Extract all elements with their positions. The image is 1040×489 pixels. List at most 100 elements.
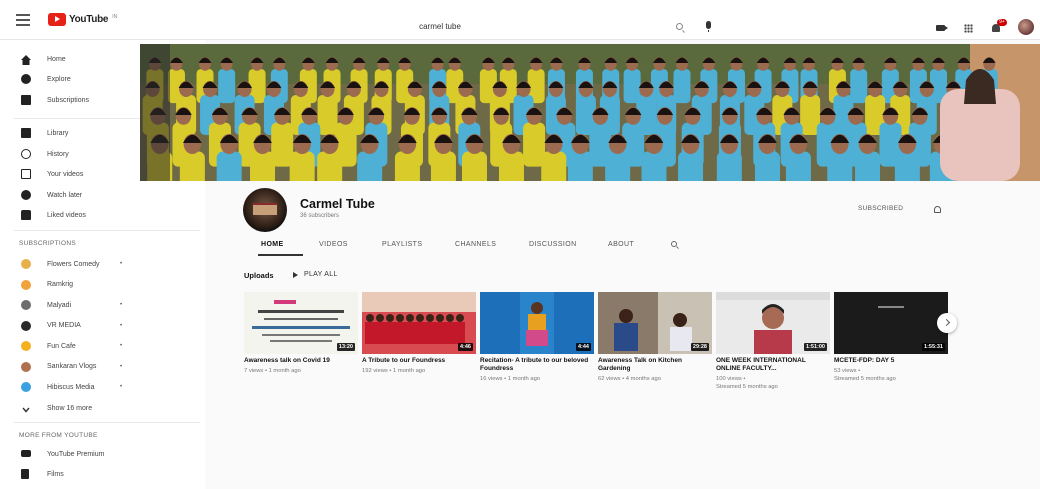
channel-avatar-icon: [21, 320, 31, 331]
tab-channels[interactable]: CHANNELS: [455, 241, 496, 248]
apps-grid-icon[interactable]: [964, 24, 973, 33]
sidebar-item-label: Your videos: [47, 170, 84, 178]
video-thumbnail[interactable]: 4:44: [480, 292, 594, 354]
subscriptions-icon: [21, 95, 31, 105]
video-title[interactable]: MCETE-FDP: DAY 5: [834, 357, 948, 365]
video-title[interactable]: Awareness talk on Covid 19: [244, 357, 358, 365]
video-thumbnail[interactable]: 1:51:00: [716, 292, 830, 354]
subscriptions-header: SUBSCRIPTIONS: [19, 240, 76, 247]
new-content-dot: •: [120, 261, 123, 267]
video-card[interactable]: 1:55:31 MCETE-FDP: DAY 5 53 views • Streame…: [834, 292, 948, 383]
tab-discussion[interactable]: DISCUSSION: [529, 241, 577, 248]
youtube-premium-icon: [21, 450, 31, 457]
sidebar-item-liked-videos[interactable]: Liked videos: [0, 206, 205, 224]
youtube-logo[interactable]: YouTube IN: [48, 13, 117, 26]
tab-home[interactable]: HOME: [261, 241, 284, 248]
channel-avatar[interactable]: [243, 188, 287, 232]
logo-country: IN: [112, 13, 118, 20]
sidebar-item-films[interactable]: Films: [0, 465, 205, 483]
video-duration: 13:20: [336, 343, 355, 351]
channel-name: Carmel Tube: [300, 197, 375, 211]
sidebar-item-label: Subscriptions: [47, 96, 90, 104]
video-thumbnail[interactable]: 4:46: [362, 292, 476, 354]
search-channel-icon[interactable]: [671, 241, 677, 247]
sidebar-subscription-item[interactable]: Malyadi •: [0, 296, 205, 314]
sidebar-subscription-item[interactable]: VR MEDIA •: [0, 317, 205, 335]
new-content-dot: •: [120, 302, 123, 308]
new-content-dot: •: [120, 343, 123, 349]
account-avatar[interactable]: [1018, 19, 1034, 35]
liked-videos-icon: [21, 210, 31, 220]
sidebar-subscription-item[interactable]: Sankaran Vlogs •: [0, 358, 205, 376]
tab-playlists[interactable]: PLAYLISTS: [382, 241, 422, 248]
video-thumbnail[interactable]: 29:28: [598, 292, 712, 354]
subscription-label: VR MEDIA: [47, 322, 81, 329]
channel-banner-image: [140, 44, 1040, 181]
video-title[interactable]: ONE WEEK INTERNATIONAL ONLINE FACULTY...: [716, 357, 830, 373]
video-card[interactable]: 4:44 Recitation- A tribute to our beloved…: [480, 292, 594, 383]
video-card[interactable]: 1:51:00 ONE WEEK INTERNATIONAL ONLINE FAC…: [716, 292, 830, 391]
more-from-youtube-header: MORE FROM YOUTUBE: [19, 432, 98, 439]
home-icon: [21, 52, 31, 65]
search-box: [190, 16, 690, 38]
channel-avatar-icon: [21, 341, 31, 351]
video-meta: 62 views • 4 months ago: [598, 376, 661, 382]
video-meta: 16 views • 1 month ago: [480, 376, 541, 382]
show-more-label: Show 16 more: [47, 404, 93, 412]
search-icon[interactable]: [676, 23, 683, 30]
new-content-dot: •: [120, 363, 123, 370]
microphone-icon[interactable]: [706, 21, 711, 32]
sidebar-item-label: Films: [47, 470, 64, 478]
video-thumbnail[interactable]: 1:55:31: [834, 292, 948, 354]
notification-count-badge: 9+: [997, 19, 1007, 26]
sidebar-subscription-item[interactable]: Fun Cafe •: [0, 337, 205, 355]
chevron-down-icon: [21, 402, 31, 413]
video-thumbnail[interactable]: 13:20: [244, 292, 358, 354]
history-icon: [21, 149, 31, 159]
video-title[interactable]: A Tribute to our Foundress: [362, 357, 476, 365]
notification-bell-icon[interactable]: [934, 206, 941, 213]
watch-later-icon: [21, 190, 31, 200]
search-input[interactable]: [190, 22, 690, 31]
new-content-dot: •: [120, 384, 123, 390]
subscription-label: Hibiscus Media: [47, 383, 95, 391]
sidebar-divider: [14, 422, 200, 423]
sidebar-subscription-item[interactable]: Ramkrig: [0, 276, 205, 294]
sidebar-item-label: YouTube Premium: [47, 450, 105, 458]
video-duration: 29:28: [690, 343, 709, 351]
subscription-label: Malyadi: [47, 301, 72, 309]
sidebar-item-youtube-premium[interactable]: YouTube Premium: [0, 445, 205, 463]
video-meta-stream: Streamed 5 months ago: [716, 384, 778, 390]
video-card[interactable]: 4:46 A Tribute to our Foundress 192 views …: [362, 292, 476, 375]
sidebar-subscription-item[interactable]: Hibiscus Media •: [0, 378, 205, 396]
create-video-icon[interactable]: [936, 25, 948, 31]
tab-videos[interactable]: VIDEOS: [319, 241, 348, 248]
show-more-button[interactable]: Show 16 more: [0, 399, 205, 417]
sidebar-item-label: Liked videos: [47, 211, 86, 219]
channel-avatar-icon: [21, 361, 31, 372]
sidebar-item-label: History: [47, 150, 69, 158]
sidebar-item-label: Library: [47, 129, 69, 137]
play-all-button[interactable]: PLAY ALL: [293, 271, 338, 278]
sidebar-item-watch-later[interactable]: Watch later: [0, 186, 205, 204]
video-title[interactable]: Recitation- A tribute to our beloved Fou…: [480, 357, 594, 373]
video-card[interactable]: 13:20 Awareness talk on Covid 19 7 views •…: [244, 292, 358, 375]
subscription-label: Fun Cafe: [47, 342, 76, 350]
next-arrow-button[interactable]: [937, 313, 957, 333]
library-icon: [21, 128, 31, 138]
subscription-label: Ramkrig: [47, 281, 74, 288]
sidebar-subscription-item[interactable]: Flowers Comedy •: [0, 255, 205, 273]
video-meta: 100 views •: [716, 376, 746, 382]
tab-about[interactable]: ABOUT: [608, 241, 634, 248]
subscription-label: Flowers Comedy: [47, 260, 100, 268]
explore-icon: [21, 74, 31, 84]
logo-text: YouTube: [69, 14, 109, 25]
channel-avatar-icon: [21, 279, 31, 290]
subscribed-button[interactable]: SUBSCRIBED: [858, 205, 903, 212]
video-duration: 4:44: [575, 343, 591, 351]
video-duration: 1:51:00: [804, 343, 827, 351]
video-card[interactable]: 29:28 Awareness Talk on Kitchen Gardening…: [598, 292, 712, 383]
sidebar-item-label: Home: [47, 55, 66, 63]
video-title[interactable]: Awareness Talk on Kitchen Gardening: [598, 357, 712, 373]
menu-icon[interactable]: [16, 14, 30, 26]
